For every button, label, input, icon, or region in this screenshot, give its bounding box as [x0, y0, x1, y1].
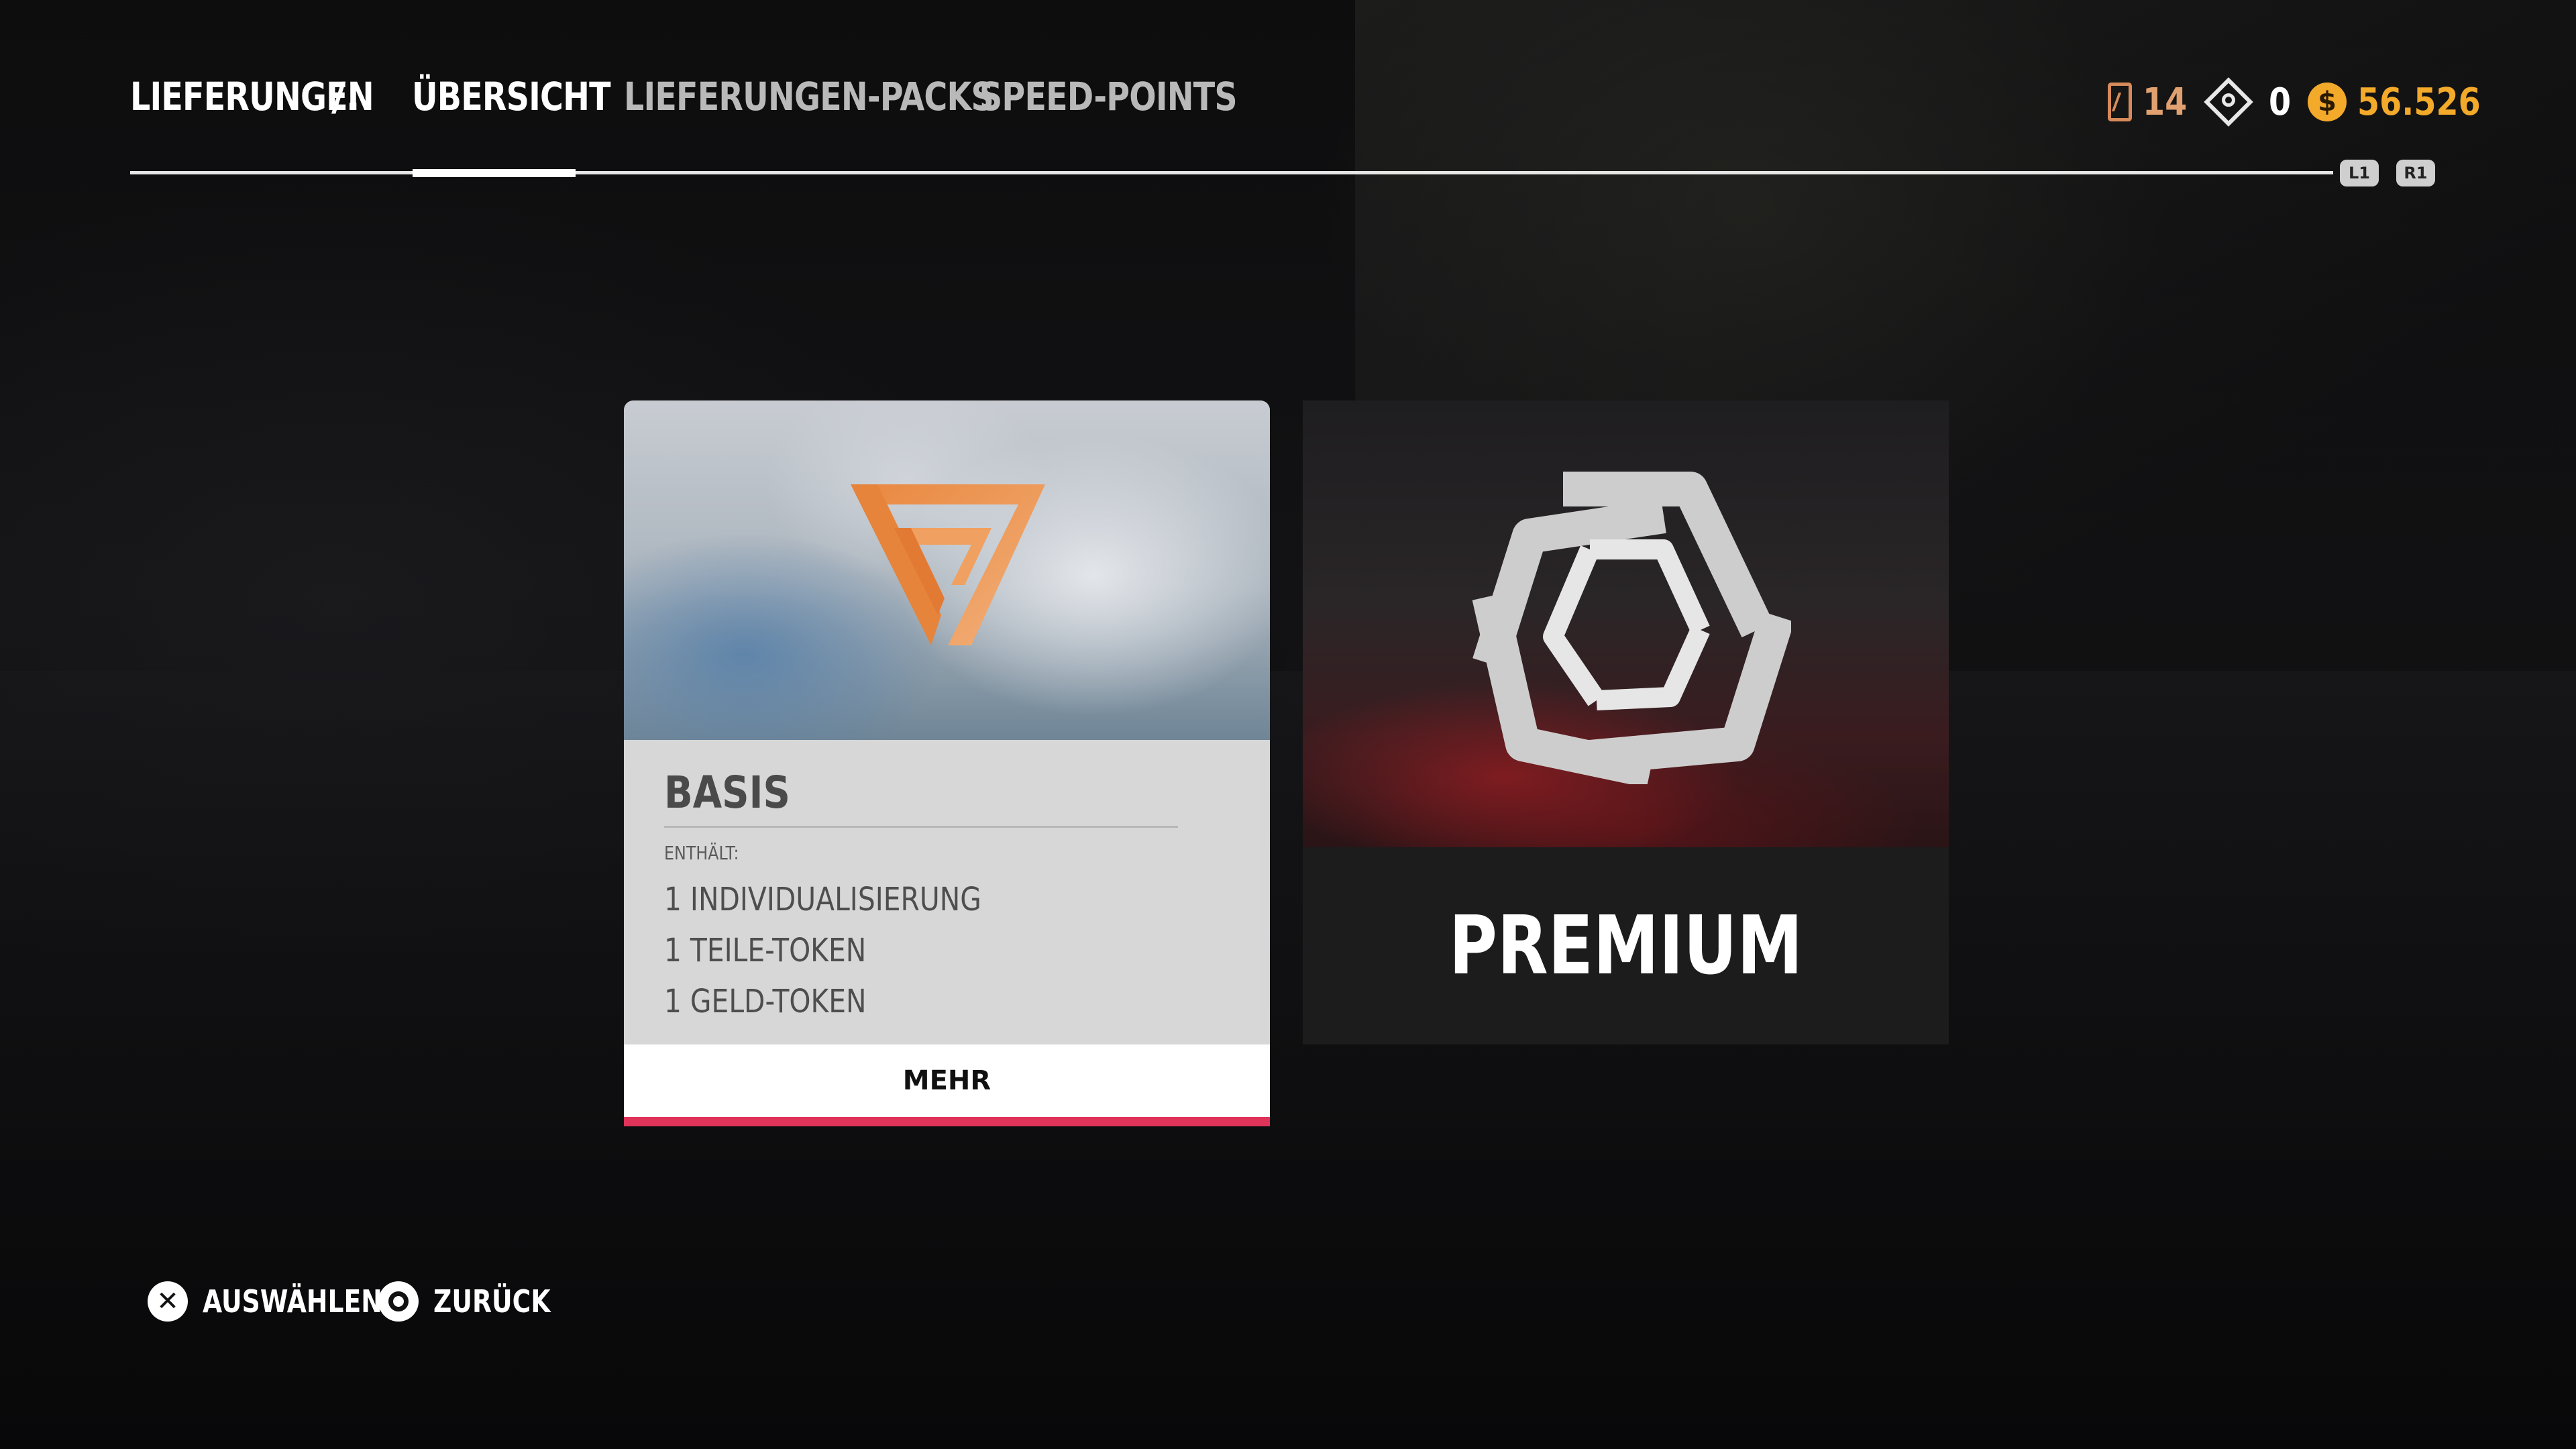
pack-content-item: 1 INDIVIDUALISIERUNG	[664, 881, 981, 918]
breadcrumb: LIEFERUNGEN	[130, 74, 374, 119]
background-ground	[0, 671, 2576, 1449]
cross-button-icon: ✕	[148, 1281, 188, 1322]
active-tab-indicator	[413, 169, 576, 177]
cards-counter: 14	[2108, 75, 2195, 129]
cards-count: 14	[2143, 80, 2188, 124]
l1-button-hint[interactable]: L1	[2340, 160, 2379, 186]
top-navigation: LIEFERUNGEN /. ÜBERSICHT LIEFERUNGEN-PAC…	[130, 74, 1238, 119]
back-label: ZURÜCK	[433, 1283, 551, 1320]
circle-button-icon	[378, 1281, 419, 1322]
basis-pack-image	[624, 400, 1270, 740]
tokens-count: 0	[2269, 80, 2292, 124]
back-prompt[interactable]: ZURÜCK	[378, 1280, 576, 1323]
tab-overview[interactable]: ÜBERSICHT	[412, 74, 611, 119]
more-button[interactable]: MEHR	[624, 1044, 1270, 1117]
basis-pack-card[interactable]: BASIS ENTHÄLT: 1 INDIVIDUALISIERUNG 1 TE…	[624, 400, 1270, 1126]
premium-pack-card[interactable]: PREMIUM	[1303, 400, 1949, 1044]
select-label: AUSWÄHLEN	[203, 1283, 382, 1320]
basis-pack-details: BASIS ENTHÄLT: 1 INDIVIDUALISIERUNG 1 TE…	[624, 740, 1270, 1044]
money-counter: $ 56.526	[2308, 75, 2502, 129]
pack-content-item: 1 GELD-TOKEN	[664, 983, 867, 1020]
basis-pack-title: BASIS	[664, 767, 790, 818]
r1-button-hint[interactable]: R1	[2396, 160, 2435, 186]
premium-pack-title: PREMIUM	[1448, 900, 1803, 993]
basis-title-divider	[664, 826, 1178, 828]
premium-pack-image	[1303, 400, 1949, 847]
tab-speed-points[interactable]: SPEED-POINTS	[979, 74, 1238, 119]
contains-label: ENTHÄLT:	[664, 842, 739, 864]
money-amount: 56.526	[2357, 80, 2481, 124]
token-diamond-icon	[2204, 77, 2253, 127]
dollar-coin-icon: $	[2308, 83, 2347, 121]
selection-highlight-bar	[624, 1117, 1270, 1126]
premium-pack-details: PREMIUM	[1303, 847, 1949, 1044]
tokens-counter: 0	[2204, 75, 2295, 129]
premium-pentagon-logo-icon	[1472, 472, 1791, 784]
basis-triangle-logo-icon	[851, 484, 1045, 645]
card-icon	[2108, 83, 2132, 121]
deliveries-screen: LIEFERUNGEN /. ÜBERSICHT LIEFERUNGEN-PAC…	[0, 0, 2576, 1449]
pack-content-item: 1 TEILE-TOKEN	[664, 932, 867, 969]
tab-delivery-packs[interactable]: LIEFERUNGEN-PACKS	[624, 74, 994, 119]
